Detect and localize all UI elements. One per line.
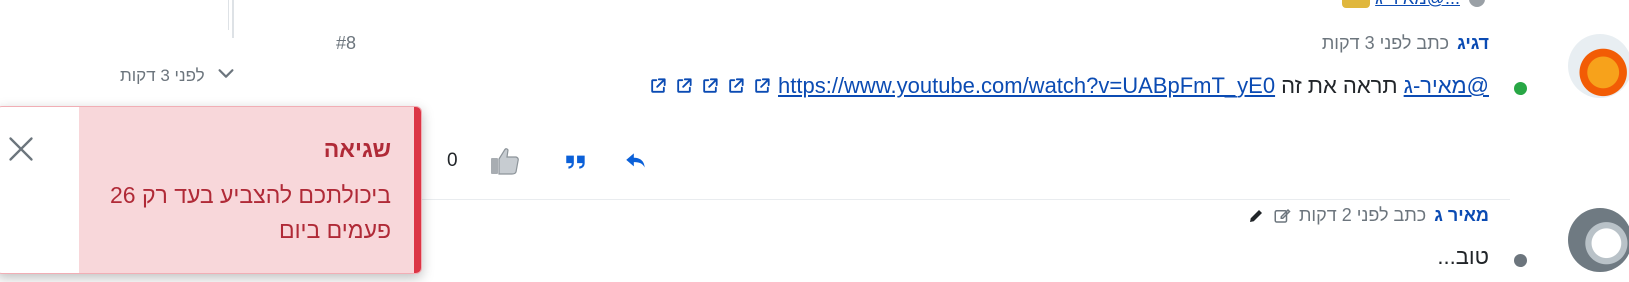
post-text: תראה את זה: [1281, 73, 1398, 98]
quote-icon[interactable]: [563, 148, 589, 174]
post-text: טוב...: [1437, 244, 1489, 269]
pencil-icon[interactable]: [1247, 207, 1265, 225]
post-time[interactable]: כתב לפני 3 דקות: [1322, 33, 1449, 54]
post-header: מאיר ג כתב לפני 2 דקות: [1247, 205, 1489, 226]
post-time[interactable]: כתב לפני 2 דקות: [1299, 205, 1426, 226]
vote-count: 0: [447, 150, 458, 171]
external-link-icon[interactable]: [726, 76, 746, 96]
post-header: דגיג כתב לפני 3 דקות: [1322, 33, 1489, 54]
post-divider: [420, 199, 1510, 200]
external-link-icons: [648, 76, 772, 96]
error-toast: שגיאה ביכולתכם להצביע בעד רק 26 פעמים בי…: [0, 106, 422, 274]
toast-message: ביכולתכם להצביע בעד רק 26 פעמים ביום: [110, 182, 391, 243]
timeline-tick: [228, 0, 229, 30]
timeline-time-label: לפני 3 דקות: [120, 65, 205, 85]
external-link-icon[interactable]: [752, 76, 772, 96]
post-content: @מאיר-ג תראה את זה https://www.youtube.c…: [648, 73, 1489, 99]
thumbs-up-icon[interactable]: [487, 143, 523, 179]
timeline-line: [232, 0, 234, 38]
previous-post-footer: ...@מאיר-ג: [1342, 0, 1489, 9]
external-link-icon[interactable]: [700, 76, 720, 96]
post-actions: 0: [447, 143, 649, 179]
user-mention[interactable]: @מאיר-ג: [1404, 73, 1489, 99]
toast-accent-bar: [414, 107, 421, 273]
close-icon[interactable]: [7, 135, 35, 163]
mini-avatar: [1469, 0, 1485, 8]
toast-title: שגיאה: [323, 136, 391, 162]
external-link-icon[interactable]: [674, 76, 694, 96]
online-status-dot: [1512, 80, 1529, 97]
youtube-link[interactable]: https://www.youtube.com/watch?v=UABpFmT_…: [778, 73, 1275, 99]
reply-icon[interactable]: [623, 148, 649, 174]
offline-status-dot: [1512, 252, 1529, 269]
edit-icon[interactable]: [1273, 207, 1291, 225]
avatar-dagig[interactable]: [1568, 34, 1629, 98]
chevron-down-icon: [215, 62, 237, 89]
badge-icon: [1342, 0, 1371, 9]
avatar-meir[interactable]: [1568, 208, 1629, 272]
post-author[interactable]: דגיג: [1457, 33, 1489, 54]
toast-close-area: [0, 107, 79, 273]
post-author[interactable]: מאיר ג: [1434, 205, 1489, 226]
post-index: #8: [336, 33, 357, 53]
previous-mention[interactable]: ...@מאיר-ג: [1375, 0, 1460, 8]
external-link-icon[interactable]: [648, 76, 668, 96]
timeline-time-toggle[interactable]: לפני 3 דקות: [120, 62, 237, 89]
